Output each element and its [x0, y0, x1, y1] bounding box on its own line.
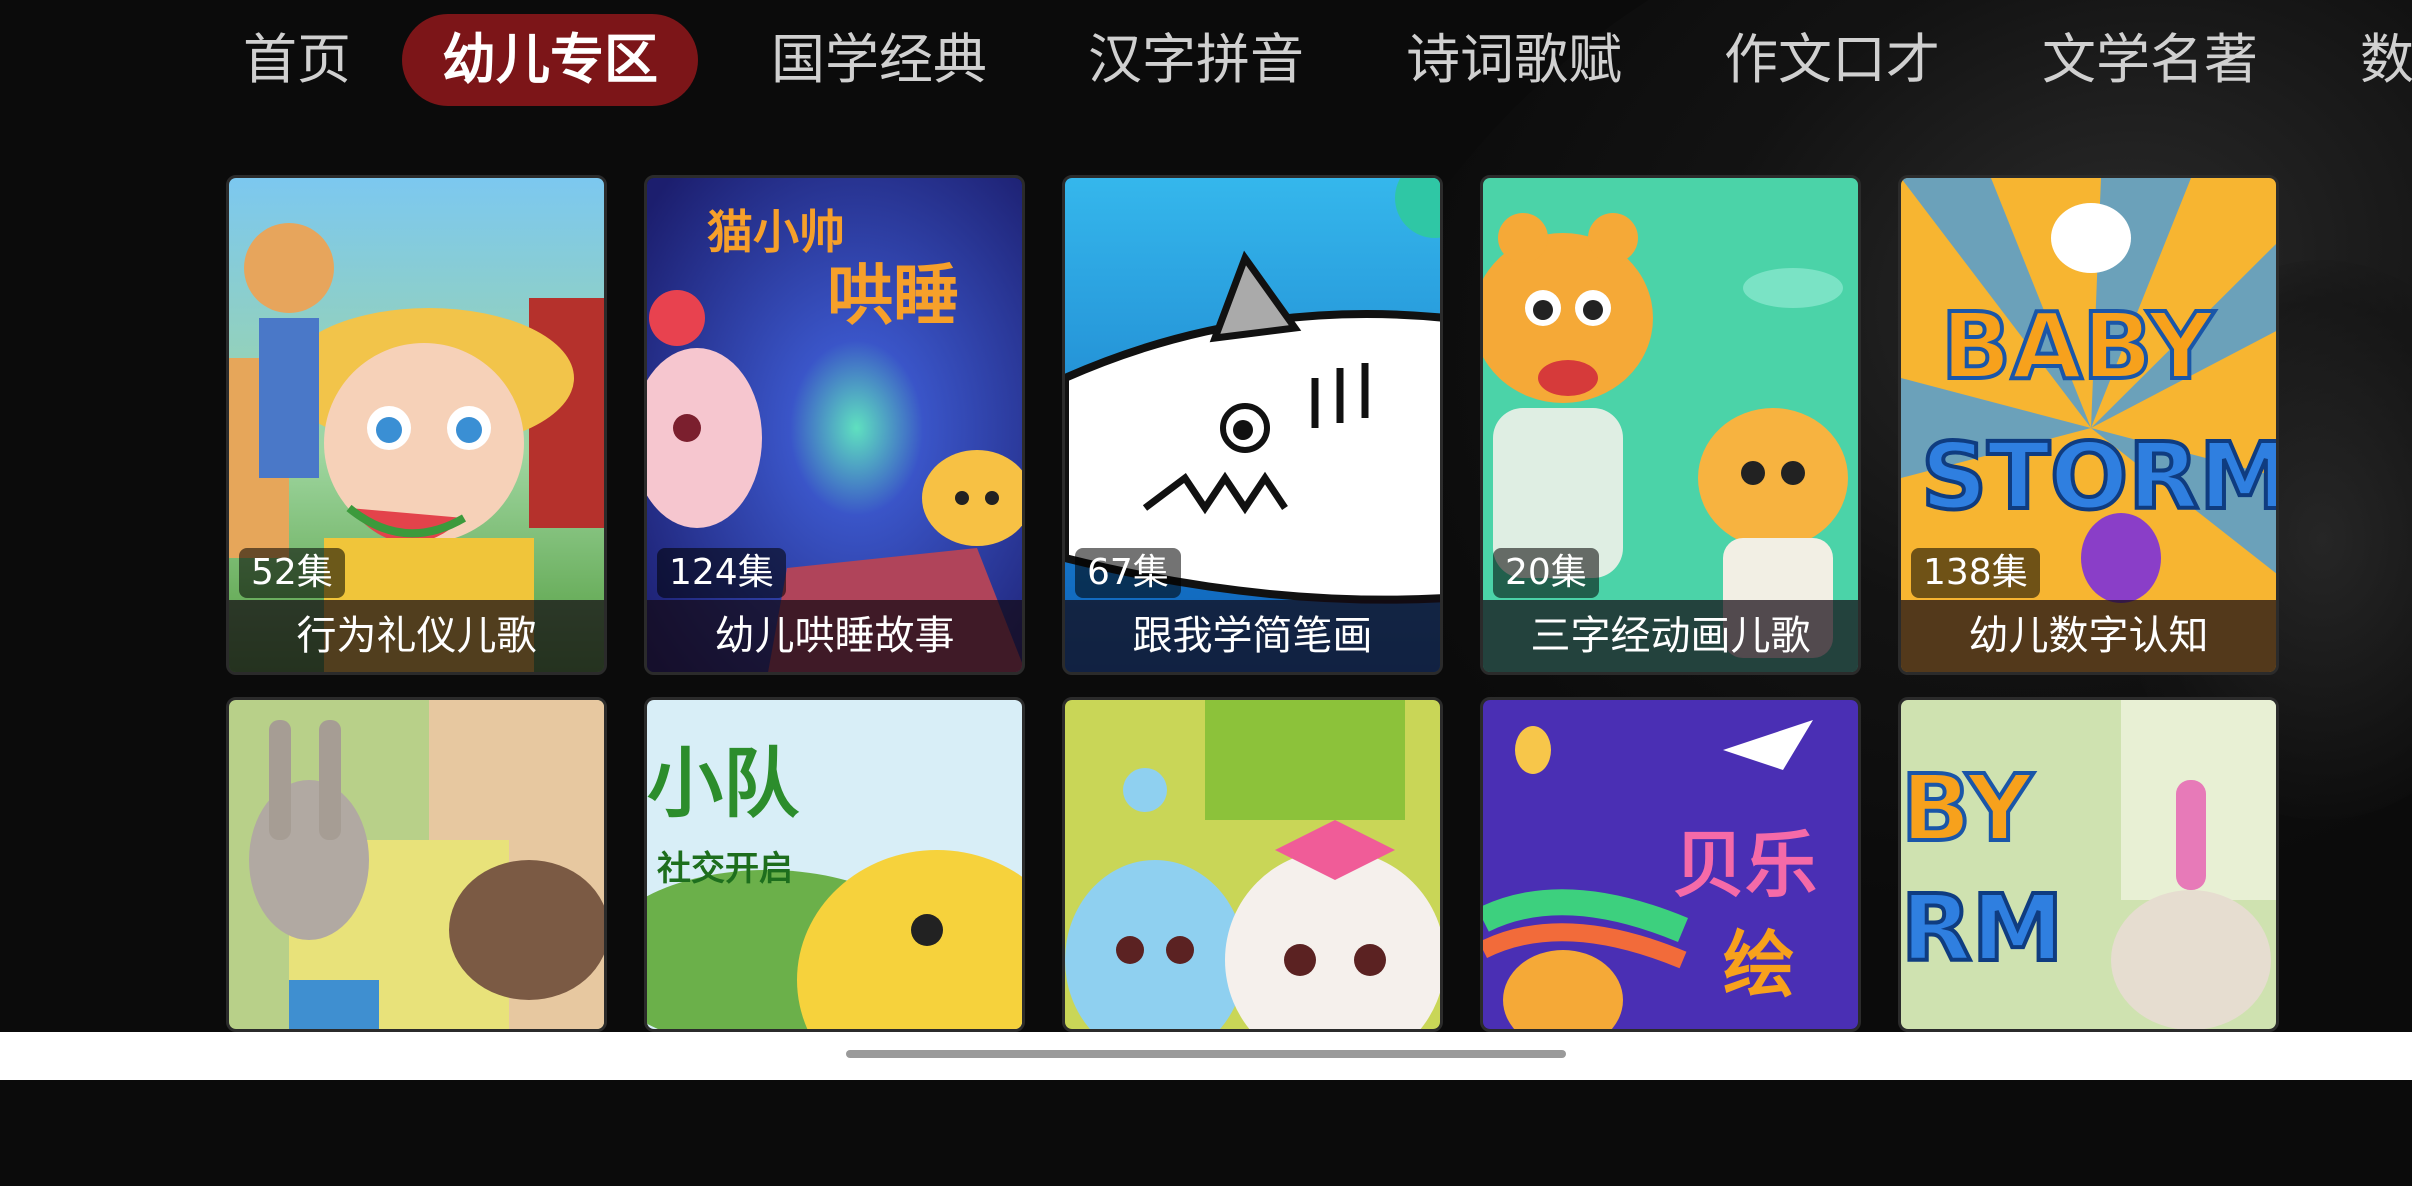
card-art-text: BY [1901, 755, 2034, 862]
card-simple-drawing[interactable]: 67集 跟我学简笔画 [1062, 175, 1443, 675]
card-title: 幼儿哄睡故事 [647, 600, 1022, 672]
card-thumbnail [229, 700, 604, 1029]
card-thumbnail: 贝乐 绘 [1483, 700, 1858, 1029]
card-art-text: BABY [1941, 293, 2215, 400]
episode-count-badge: 52集 [239, 548, 345, 598]
tab-classics[interactable]: 国学经典 [771, 14, 987, 106]
tab-kids-zone[interactable]: 幼儿专区 [402, 14, 698, 106]
episode-count-badge: 20集 [1493, 548, 1599, 598]
tab-poetry[interactable]: 诗词歌赋 [1406, 14, 1622, 106]
card-bedtime-stories[interactable]: 猫小帅 哄睡 124集 幼儿哄睡故事 [644, 175, 1025, 675]
card-art-text: STORM [1921, 423, 2279, 530]
card-row2-1[interactable] [226, 697, 607, 1032]
card-art-text: 哄睡 [827, 257, 959, 334]
episode-count-badge: 124集 [657, 548, 786, 598]
tab-composition[interactable]: 作文口才 [1724, 14, 1940, 106]
card-art-text: 贝乐 [1673, 823, 1817, 907]
card-title: 跟我学简笔画 [1065, 600, 1440, 672]
card-row2-2[interactable]: 小队 社交开启 [644, 697, 1025, 1032]
card-row2-3[interactable] [1062, 697, 1443, 1032]
card-thumbnail: 小队 社交开启 [647, 700, 1022, 1029]
card-thumbnail [1065, 700, 1440, 1029]
card-title: 三字经动画儿歌 [1483, 600, 1858, 672]
tab-hanzi-pinyin[interactable]: 汉字拼音 [1088, 14, 1304, 106]
episode-count-badge: 138集 [1911, 548, 2040, 598]
card-number-recognition[interactable]: BABY STORM 138集 幼儿数字认知 [1898, 175, 2279, 675]
card-art-text: 猫小帅 [707, 205, 845, 259]
category-tab-bar: 首页 幼儿专区 国学经典 汉字拼音 诗词歌赋 作文口才 文学名著 数 [0, 0, 2412, 130]
card-three-character-classic[interactable]: 20集 三字经动画儿歌 [1480, 175, 1861, 675]
tab-math[interactable]: 数 [2360, 14, 2412, 106]
card-thumbnail: BY RM [1901, 700, 2276, 1029]
card-art-text: 小队 [647, 739, 800, 828]
tab-literature[interactable]: 文学名著 [2042, 14, 2258, 106]
card-art-text: RM [1901, 875, 2063, 982]
card-title: 幼儿数字认知 [1901, 600, 2276, 672]
home-indicator[interactable] [846, 1050, 1566, 1058]
card-row2-5[interactable]: BY RM [1898, 697, 2279, 1032]
card-title: 行为礼仪儿歌 [229, 600, 604, 672]
card-row2-4[interactable]: 贝乐 绘 [1480, 697, 1861, 1032]
tab-home[interactable]: 首页 [243, 14, 351, 106]
card-art-text: 绘 [1723, 923, 1795, 1007]
episode-count-badge: 67集 [1075, 548, 1181, 598]
card-etiquette-songs[interactable]: 52集 行为礼仪儿歌 [226, 175, 607, 675]
card-art-text: 社交开启 [657, 849, 793, 889]
